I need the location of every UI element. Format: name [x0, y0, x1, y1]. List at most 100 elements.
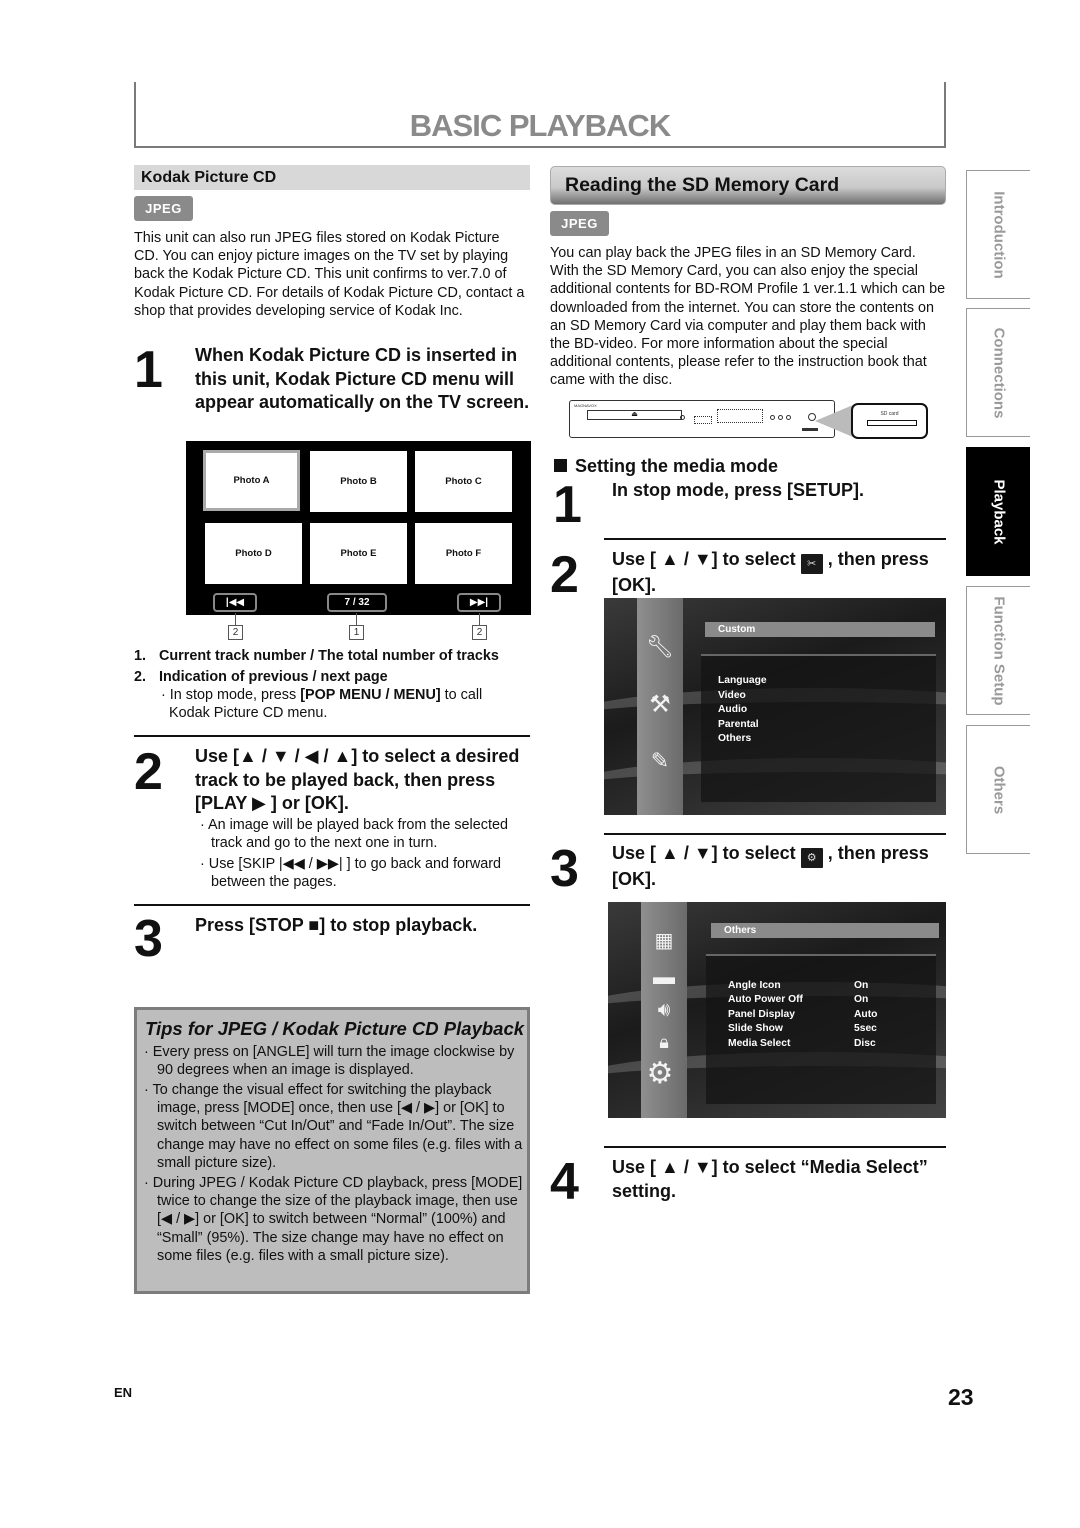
side-tab-label: Playback: [990, 478, 1007, 545]
wrench-icon[interactable]: 🔧︎: [642, 634, 678, 660]
tip-item: · During JPEG / Kodak Picture CD playbac…: [144, 1175, 523, 1264]
player-button: [680, 415, 685, 420]
kodak-subheading: Kodak Picture CD: [141, 169, 277, 186]
language-code: EN: [114, 1385, 133, 1400]
menu-item-value: Disc: [854, 1038, 876, 1049]
player-button: [770, 415, 775, 420]
side-tab-connections[interactable]: Connections: [966, 308, 1030, 437]
photo-thumbnail[interactable]: Photo C: [415, 451, 512, 512]
callout-marker: 2: [228, 625, 243, 640]
kodak-subheading-bar: Kodak Picture CD: [134, 165, 530, 190]
photo-thumbnail[interactable]: Photo E: [310, 523, 407, 584]
step-number: 1: [134, 341, 163, 399]
tools-icon: ✂: [800, 554, 823, 574]
step-number: 3: [134, 910, 163, 968]
language-icon[interactable]: ▦: [646, 928, 682, 953]
step-instruction: Press [STOP ■] to stop playback.: [195, 915, 478, 935]
callout-line: [235, 613, 236, 625]
kodak-picture-cd-menu: Photo A Photo B Photo C Photo D Photo E …: [186, 441, 531, 615]
skip-back-icon[interactable]: |◀◀: [213, 593, 257, 612]
lock-icon[interactable]: 🔒︎: [646, 1032, 682, 1053]
step-number: 2: [134, 743, 163, 801]
track-counter: 7 / 32: [327, 593, 387, 612]
edit-icon[interactable]: ✎: [642, 748, 678, 774]
photo-thumbnail[interactable]: Photo F: [415, 523, 512, 584]
side-tab-introduction[interactable]: Introduction: [966, 170, 1030, 299]
speaker-icon[interactable]: 🔊︎: [646, 999, 682, 1022]
menu-item[interactable]: Video: [718, 689, 746, 704]
step-instruction: When Kodak Picture CD is inserted in thi…: [195, 345, 530, 412]
side-tab-label: Introduction: [990, 190, 1007, 279]
step-instruction: Use [ ▲ / ▼] to select ⚙ , then press [O…: [612, 842, 946, 892]
legend-text: Current track number / The total number …: [159, 648, 499, 664]
legend-note: · In stop mode, press [POP MENU / MENU] …: [161, 687, 483, 722]
menu-item-label[interactable]: Media Select: [728, 1037, 790, 1052]
step-divider: [604, 833, 946, 835]
page-title: BASIC PLAYBACK: [409, 108, 671, 143]
menu-item[interactable]: Parental: [718, 718, 759, 733]
menu-item[interactable]: Audio: [718, 703, 747, 718]
step-bullet: · Use [SKIP |◀◀ / ▶▶| ] to go back and f…: [200, 856, 502, 891]
step-divider: [134, 735, 530, 737]
sd-card-label: SD card: [880, 411, 899, 417]
page-number: 23: [948, 1384, 974, 1410]
photo-thumbnail[interactable]: Photo A: [203, 450, 300, 511]
menu-item-value: On: [854, 980, 869, 991]
zoom-pointer: [815, 405, 853, 437]
tips-title: Tips for JPEG / Kodak Picture CD Playbac…: [145, 1018, 525, 1039]
legend-number: 1.: [134, 648, 147, 664]
player-button: [778, 415, 783, 420]
menu-highlight[interactable]: Others: [711, 923, 939, 938]
photo-thumbnail[interactable]: Photo D: [205, 523, 302, 584]
media-mode-heading: Setting the media mode: [554, 456, 778, 477]
tip-item: · Every press on [ANGLE] will turn the i…: [144, 1044, 515, 1079]
menu-item[interactable]: Language: [718, 674, 767, 689]
tip-text: Every press on [ANGLE] will turn the ima…: [152, 1044, 515, 1079]
callout-marker: 1: [349, 625, 364, 640]
step-number: 2: [550, 546, 579, 604]
monitor-icon[interactable]: ▬: [646, 964, 682, 990]
square-bullet-icon: [554, 459, 567, 472]
step-number: 1: [553, 476, 582, 534]
step-text-before: Use [ ▲ / ▼] to select: [612, 549, 796, 569]
disc-tray: ⏏: [587, 410, 682, 420]
step-divider: [604, 1146, 946, 1148]
photo-thumbnail[interactable]: Photo B: [310, 451, 407, 512]
gears-icon: ⚙: [800, 848, 823, 868]
step-instruction: Use [ ▲ / ▼] to select “Media Select” se…: [612, 1157, 928, 1201]
setup-menu-custom: 🔧︎ ⚒ ✎ Custom Language Video Audio Paren…: [604, 598, 946, 815]
gears-icon[interactable]: ⚙: [642, 1056, 678, 1091]
legend-text: Indication of previous / next page: [159, 669, 388, 685]
side-tab-playback[interactable]: Playback: [966, 447, 1030, 576]
media-heading-text: Setting the media mode: [575, 456, 779, 476]
step-text-before: Use [ ▲ / ▼] to select: [612, 843, 796, 863]
tools-icon[interactable]: ⚒: [642, 690, 678, 719]
step-number: 3: [550, 840, 579, 898]
menu-item[interactable]: Others: [718, 732, 751, 747]
jpeg-badge: JPEG: [550, 211, 609, 236]
tips-box: Tips for JPEG / Kodak Picture CD Playbac…: [134, 1007, 530, 1294]
section-title: Reading the SD Memory Card: [565, 174, 840, 196]
skip-forward-icon[interactable]: ▶▶|: [457, 593, 501, 612]
menu-item-label[interactable]: Angle Icon: [728, 979, 781, 994]
menu-item-label[interactable]: Slide Show: [728, 1022, 783, 1037]
menu-highlight[interactable]: Custom: [705, 622, 935, 637]
menu-item-label[interactable]: Panel Display: [728, 1008, 795, 1023]
step-divider: [134, 904, 530, 906]
bd-player-illustration: MAGNAVOX ⏏: [569, 400, 835, 438]
sd-card-slot: [867, 420, 917, 426]
bullet-text: An image will be played back from the se…: [208, 817, 508, 852]
page-title-frame: BASIC PLAYBACK: [134, 82, 946, 148]
side-tab-others[interactable]: Others: [966, 725, 1030, 854]
side-tab-label: Function Setup: [990, 595, 1007, 706]
step-number: 4: [550, 1153, 579, 1211]
player-sensor: [694, 416, 712, 424]
menu-item-value: Auto: [854, 1009, 878, 1020]
step-instruction: In stop mode, press [SETUP].: [612, 480, 865, 500]
legend-number: 2.: [134, 669, 147, 685]
menu-item-value: 5sec: [854, 1023, 877, 1034]
menu-item-label[interactable]: Auto Power Off: [728, 993, 803, 1008]
callout-line: [356, 613, 357, 625]
sd-slot-closeup: SD card: [851, 403, 928, 439]
side-tab-function-setup[interactable]: Function Setup: [966, 586, 1030, 715]
